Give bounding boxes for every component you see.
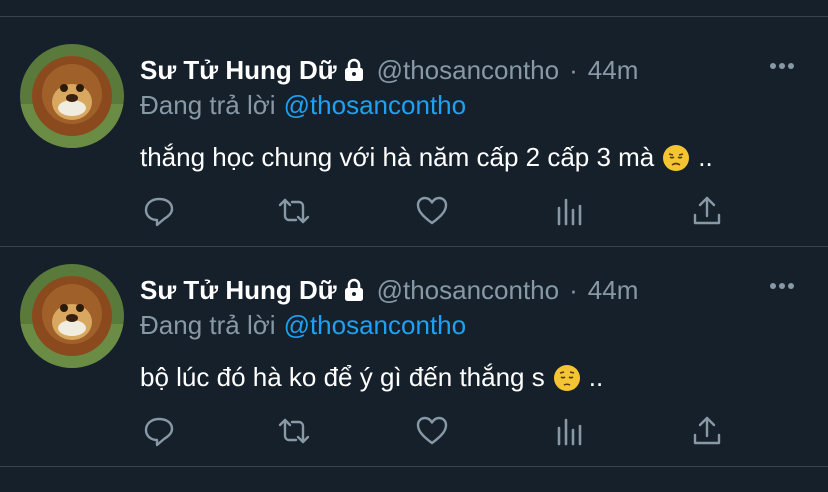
tweet-actions bbox=[140, 414, 740, 448]
disappointed-face-icon bbox=[663, 144, 690, 171]
lion-avatar-icon bbox=[20, 264, 124, 368]
tweet-text-body: bộ lúc đó hà ko để ý gì đến thắng s bbox=[140, 362, 545, 392]
tweet-divider bbox=[0, 246, 828, 247]
tweet-header: Sư Tử Hung Dữ @thosancontho · 44m bbox=[140, 274, 638, 306]
top-divider bbox=[0, 16, 828, 17]
author-handle[interactable]: @thosancontho bbox=[377, 275, 560, 306]
author-name[interactable]: Sư Tử Hung Dữ bbox=[140, 275, 337, 306]
more-icon[interactable] bbox=[770, 56, 798, 69]
pensive-face-icon bbox=[553, 364, 580, 391]
like-icon[interactable] bbox=[415, 194, 449, 228]
timestamp[interactable]: 44m bbox=[588, 275, 639, 306]
replying-to-label: Đang trả lời bbox=[140, 310, 276, 340]
like-icon[interactable] bbox=[415, 414, 449, 448]
timestamp[interactable]: 44m bbox=[588, 55, 639, 86]
bottom-divider bbox=[0, 466, 828, 467]
separator-dot: · bbox=[569, 54, 578, 85]
tweet-text: bộ lúc đó hà ko để ý gì đến thắng s .. bbox=[140, 362, 603, 393]
retweet-icon[interactable] bbox=[277, 414, 311, 448]
replying-to: Đang trả lời @thosancontho bbox=[140, 90, 466, 121]
lock-icon bbox=[344, 58, 363, 81]
analytics-icon[interactable] bbox=[553, 414, 587, 448]
replying-to: Đang trả lời @thosancontho bbox=[140, 310, 466, 341]
tweet-2[interactable]: Sư Tử Hung Dữ @thosancontho · 44m Đang t… bbox=[0, 264, 828, 492]
avatar[interactable] bbox=[20, 44, 124, 148]
tweet-actions bbox=[140, 194, 740, 228]
avatar[interactable] bbox=[20, 264, 124, 368]
reply-icon[interactable] bbox=[142, 194, 176, 228]
reply-icon[interactable] bbox=[142, 414, 176, 448]
tweet-text-ellipsis: .. bbox=[588, 362, 604, 392]
author-name[interactable]: Sư Tử Hung Dữ bbox=[140, 55, 337, 86]
lock-icon bbox=[344, 278, 363, 301]
author-handle[interactable]: @thosancontho bbox=[377, 55, 560, 86]
share-icon[interactable] bbox=[690, 194, 724, 228]
replying-to-label: Đang trả lời bbox=[140, 90, 276, 120]
tweet-text-body: thắng học chung với hà năm cấp 2 cấp 3 m… bbox=[140, 142, 655, 172]
tweet-text-ellipsis: .. bbox=[698, 142, 713, 172]
analytics-icon[interactable] bbox=[553, 194, 587, 228]
retweet-icon[interactable] bbox=[277, 194, 311, 228]
tweet-1[interactable]: Sư Tử Hung Dữ @thosancontho · 44m Đang t… bbox=[0, 44, 828, 272]
mention-link[interactable]: @thosancontho bbox=[284, 310, 467, 340]
tweet-header: Sư Tử Hung Dữ @thosancontho · 44m bbox=[140, 54, 638, 86]
more-icon[interactable] bbox=[770, 276, 798, 289]
share-icon[interactable] bbox=[690, 414, 724, 448]
separator-dot: · bbox=[569, 274, 578, 305]
mention-link[interactable]: @thosancontho bbox=[284, 90, 467, 120]
lion-avatar-icon bbox=[20, 44, 124, 148]
tweet-text: thắng học chung với hà năm cấp 2 cấp 3 m… bbox=[140, 142, 713, 173]
